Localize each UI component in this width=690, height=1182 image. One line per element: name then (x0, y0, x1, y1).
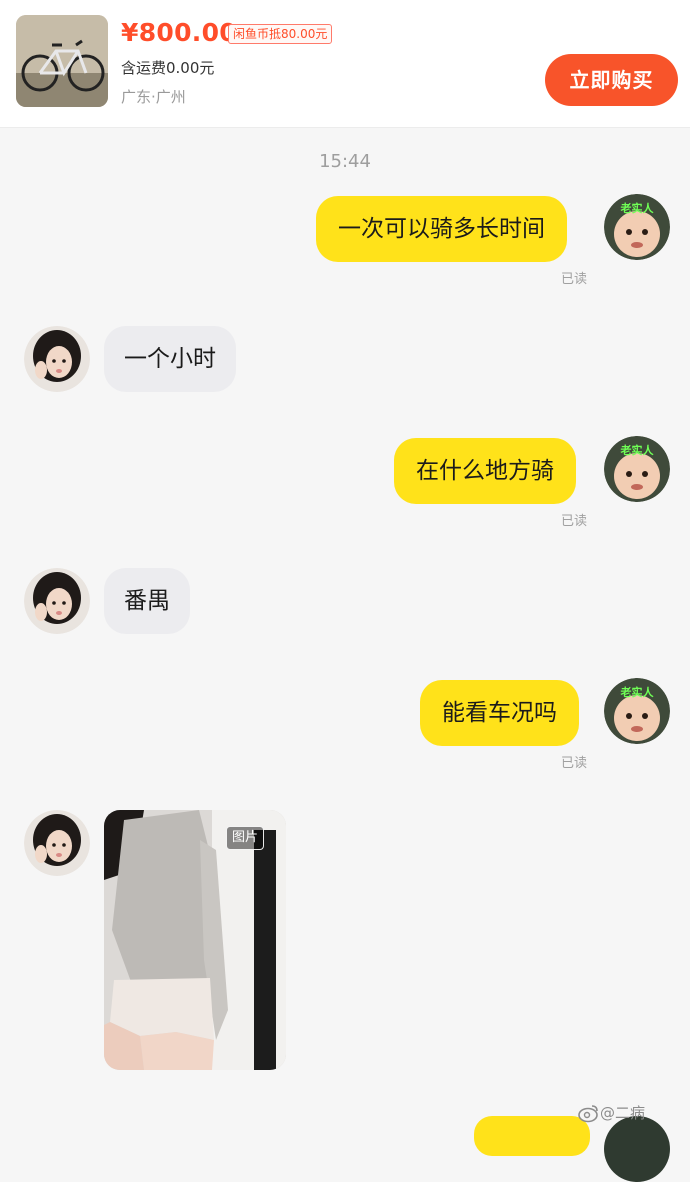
seller-avatar[interactable] (24, 810, 90, 876)
avatar-badge: 老实人 (620, 685, 655, 699)
read-receipt: 已读 (561, 756, 588, 771)
price: ¥800.00 (121, 18, 237, 47)
product-header: ¥800.00 闲鱼币抵80.00元 含运费0.00元 广东·广州 立即购买 (0, 0, 690, 128)
bicycle-icon (16, 15, 108, 107)
seller-avatar[interactable] (24, 326, 90, 392)
my-avatar-partial[interactable] (604, 1116, 670, 1182)
avatar-badge: 老实人 (620, 443, 655, 457)
watermark-text: @二病 (600, 1104, 646, 1122)
my-avatar[interactable]: 老实人 (604, 678, 670, 744)
my-avatar[interactable]: 老实人 (604, 436, 670, 502)
coin-discount-badge: 闲鱼币抵80.00元 (228, 24, 333, 44)
shipping-fee: 含运费0.00元 (121, 59, 215, 77)
weibo-icon (578, 1105, 598, 1123)
avatar-badge: 老实人 (620, 201, 655, 215)
message-bubble-received[interactable]: 番禺 (104, 568, 190, 634)
chat-timestamp: 15:44 (319, 151, 371, 172)
seller-location: 广东·广州 (121, 88, 186, 106)
my-avatar[interactable]: 老实人 (604, 194, 670, 260)
message-bubble-sent[interactable]: 在什么地方骑 (394, 438, 576, 504)
image-label-badge: 图片 (226, 826, 265, 850)
product-thumbnail[interactable] (16, 15, 108, 107)
read-receipt: 已读 (561, 272, 588, 287)
message-bubble-sent-partial[interactable] (474, 1116, 590, 1156)
buy-now-button[interactable]: 立即购买 (545, 54, 678, 106)
message-bubble-sent[interactable]: 一次可以骑多长时间 (316, 196, 567, 262)
seller-avatar[interactable] (24, 568, 90, 634)
message-bubble-received[interactable]: 一个小时 (104, 326, 236, 392)
read-receipt: 已读 (561, 514, 588, 529)
message-bubble-sent[interactable]: 能看车况吗 (420, 680, 579, 746)
